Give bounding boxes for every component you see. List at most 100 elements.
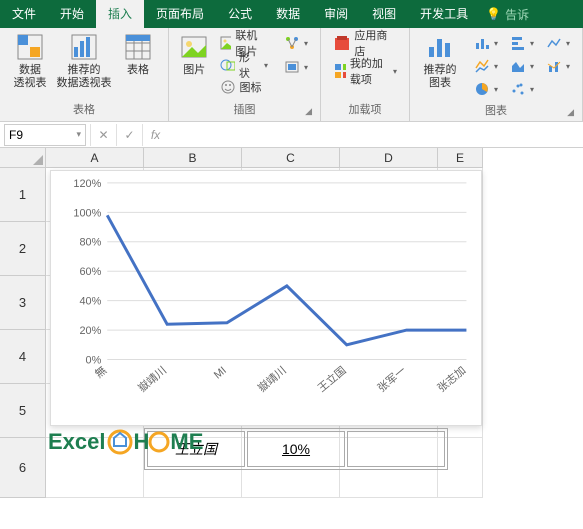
picture-button[interactable]: 图片 (177, 32, 212, 77)
formula-input[interactable] (168, 124, 583, 146)
stock-chart-icon (546, 35, 562, 51)
scatter-chart-icon (510, 81, 526, 97)
tab-review[interactable]: 审阅 (312, 0, 360, 28)
dropdown-icon: ▾ (530, 39, 534, 48)
row-header-3[interactable]: 3 (0, 276, 46, 330)
picture-label: 图片 (183, 64, 205, 77)
table-cell-pct[interactable]: 10% (247, 431, 345, 467)
my-addins-button[interactable]: 我的加载项▾ (329, 60, 401, 82)
row-header-6[interactable]: 6 (0, 438, 46, 498)
dropdown-icon: ▾ (530, 85, 534, 94)
rec-charts-icon (425, 32, 455, 62)
svg-text:嶽靖川: 嶽靖川 (255, 364, 288, 395)
dropdown-icon: ▾ (304, 39, 308, 48)
chart-hbar-button[interactable]: ▾ (506, 32, 538, 54)
launcher-icon[interactable]: ◢ (305, 106, 312, 117)
dropdown-icon: ▾ (76, 129, 81, 140)
tell-me[interactable]: 💡 告诉 (480, 6, 535, 23)
logo-cel: cel (75, 429, 106, 455)
chart-stock-button[interactable]: ▾ (542, 32, 574, 54)
col-header-b[interactable]: B (144, 148, 242, 168)
svg-text:MI: MI (212, 365, 229, 382)
chart-line-button[interactable]: ▾ (470, 55, 502, 77)
x-icon: ✕ (98, 128, 108, 142)
logo-home (106, 428, 134, 456)
tab-layout[interactable]: 页面布局 (144, 0, 216, 28)
pivot-table-button[interactable]: 数据 透视表 (8, 32, 52, 90)
tab-home[interactable]: 开始 (48, 0, 96, 28)
tab-data[interactable]: 数据 (264, 0, 312, 28)
picture-icon (179, 32, 209, 62)
tab-dev[interactable]: 开发工具 (408, 0, 480, 28)
my-addins-label: 我的加载项 (350, 55, 389, 87)
svg-text:张志加: 张志加 (435, 364, 468, 395)
col-header-a[interactable]: A (46, 148, 144, 168)
online-pic-icon (220, 35, 232, 51)
dropdown-icon: ▾ (304, 63, 308, 72)
ribbon: 数据 透视表 推荐的 数据透视表 表格 表格 图片 联机图片 形状▾ 图标 (0, 28, 583, 122)
row-header-5[interactable]: 5 (0, 384, 46, 438)
select-all-corner[interactable] (0, 148, 46, 168)
rec-pivot-button[interactable]: 推荐的 数据透视表 (56, 32, 112, 90)
pivot-table-icon (15, 32, 45, 62)
cancel-button[interactable]: ✕ (90, 124, 116, 146)
confirm-button[interactable]: ✓ (116, 124, 142, 146)
shapes-icon (220, 57, 235, 73)
icons-button[interactable]: 图标 (216, 76, 273, 98)
chart-pie-button[interactable]: ▾ (470, 78, 502, 100)
chart-scatter-button[interactable]: ▾ (506, 78, 538, 100)
tab-view[interactable]: 视图 (360, 0, 408, 28)
screenshot-button[interactable]: ▾ (280, 56, 312, 78)
fx-icon: fx (151, 128, 160, 142)
svg-text:20%: 20% (79, 325, 101, 337)
group-addins: 应用商店 我的加载项▾ 加载项 (321, 28, 410, 121)
line-chart-icon (474, 58, 490, 74)
table-icon (123, 32, 153, 62)
col-header-d[interactable]: D (340, 148, 438, 168)
shapes-button[interactable]: 形状▾ (216, 54, 273, 76)
col-header-c[interactable]: C (242, 148, 340, 168)
bulb-icon: 💡 (486, 7, 501, 21)
excelhome-logo: ExcelHME (48, 428, 203, 456)
row-header-2[interactable]: 2 (0, 222, 46, 276)
table-cell-empty[interactable] (347, 431, 445, 467)
launcher-icon[interactable]: ◢ (567, 107, 574, 118)
chart-combo-button[interactable]: ▾ (542, 55, 574, 77)
formula-bar: F9▾ ✕ ✓ fx (0, 122, 583, 148)
col-header-e[interactable]: E (438, 148, 483, 168)
smartart-button[interactable]: ▾ (280, 32, 312, 54)
row-header-1[interactable]: 1 (0, 168, 46, 222)
fx-button[interactable]: fx (142, 124, 168, 146)
svg-text:40%: 40% (79, 296, 101, 308)
hbar-chart-icon (510, 35, 526, 51)
tab-insert[interactable]: 插入 (96, 0, 144, 28)
cells-area[interactable]: 0%20%40%60%80%100%120%無嶽靖川MI嶽靖川王立国张军一张志加… (46, 168, 583, 498)
group-illus-label: 插图◢ (177, 99, 312, 119)
svg-text:80%: 80% (79, 237, 101, 249)
dropdown-icon: ▾ (566, 39, 570, 48)
tab-file[interactable]: 文件 (0, 0, 48, 28)
store-button[interactable]: 应用商店 (329, 32, 401, 54)
dropdown-icon: ▾ (393, 67, 397, 76)
table-label: 表格 (127, 64, 149, 77)
table-button[interactable]: 表格 (116, 32, 160, 90)
menu-tabs: 文件 开始 插入 页面布局 公式 数据 审阅 视图 开发工具 💡 告诉 (0, 0, 583, 28)
smartart-icon (284, 35, 300, 51)
group-tables: 数据 透视表 推荐的 数据透视表 表格 表格 (0, 28, 169, 121)
name-box[interactable]: F9▾ (4, 124, 86, 146)
tab-formula[interactable]: 公式 (216, 0, 264, 28)
chart-bar-button[interactable]: ▾ (470, 32, 502, 54)
rec-charts-label: 推荐的 图表 (423, 64, 456, 90)
addins-icon (333, 62, 346, 80)
logo-o-icon (148, 431, 170, 453)
chart-area-button[interactable]: ▾ (506, 55, 538, 77)
worksheet: A B C D E 1 2 3 4 5 6 0%20%40%60%80%100%… (0, 148, 583, 498)
rec-charts-button[interactable]: 推荐的 图表 (418, 32, 462, 100)
combo-chart-icon (546, 58, 562, 74)
svg-text:张军一: 张军一 (375, 364, 408, 395)
row-header-4[interactable]: 4 (0, 330, 46, 384)
icons-icon (220, 79, 236, 95)
embedded-chart[interactable]: 0%20%40%60%80%100%120%無嶽靖川MI嶽靖川王立国张军一张志加 (50, 170, 482, 426)
area-chart-icon (510, 58, 526, 74)
svg-text:60%: 60% (79, 266, 101, 278)
